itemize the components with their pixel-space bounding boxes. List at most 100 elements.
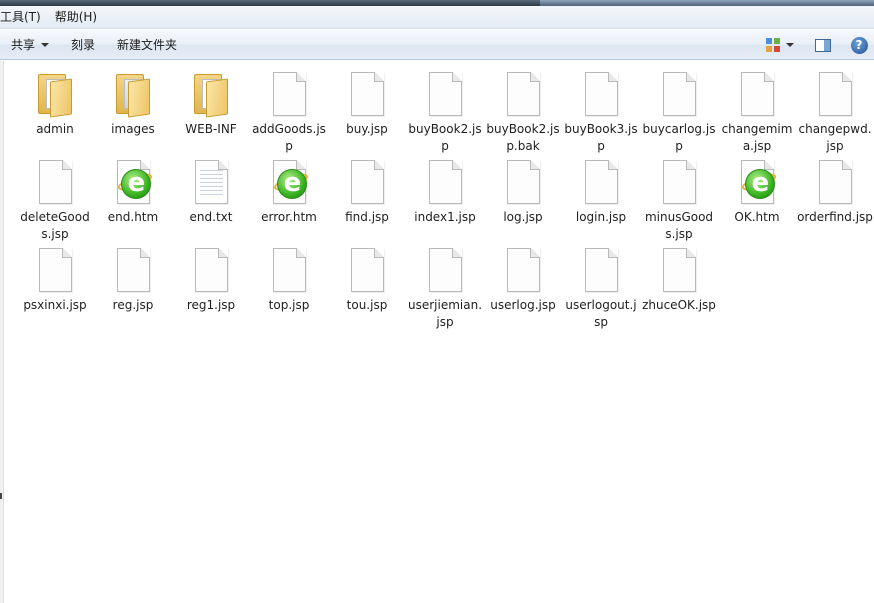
burn-button[interactable]: 刻录: [60, 33, 106, 57]
html-document-icon: [739, 160, 778, 204]
file-item[interactable]: userlog.jsp: [484, 244, 562, 332]
document-icon: [740, 72, 774, 116]
file-item[interactable]: deleteGoods.jsp: [16, 156, 94, 244]
file-icon-wrap: [265, 156, 313, 208]
file-item[interactable]: buy.jsp: [328, 68, 406, 156]
folder-item[interactable]: images: [94, 68, 172, 156]
file-item[interactable]: addGoods.jsp: [250, 68, 328, 156]
document-icon: [38, 160, 72, 204]
file-item[interactable]: buyBook2.jsp.bak: [484, 68, 562, 156]
file-item[interactable]: index1.jsp: [406, 156, 484, 244]
navigation-pane-edge[interactable]: [0, 61, 4, 603]
file-item[interactable]: buyBook2.jsp: [406, 68, 484, 156]
file-name-label: end.htm: [107, 210, 159, 224]
file-icon-wrap: [655, 156, 703, 208]
file-name-label: log.jsp: [503, 210, 543, 224]
file-item[interactable]: changepwd.jsp: [796, 68, 874, 156]
change-view-button[interactable]: [760, 33, 800, 57]
file-name-label: find.jsp: [345, 210, 389, 224]
file-item[interactable]: buyBook3.jsp: [562, 68, 640, 156]
file-icon-wrap: [31, 156, 79, 208]
file-name-label: index1.jsp: [414, 210, 476, 224]
file-item[interactable]: zhuceOK.jsp: [640, 244, 718, 332]
file-item[interactable]: end.htm: [94, 156, 172, 244]
file-item[interactable]: tou.jsp: [328, 244, 406, 332]
file-item[interactable]: end.txt: [172, 156, 250, 244]
file-item[interactable]: reg.jsp: [94, 244, 172, 332]
chevron-down-icon: [41, 42, 50, 47]
file-item[interactable]: psxinxi.jsp: [16, 244, 94, 332]
file-name-label: WEB-INF: [185, 122, 237, 136]
file-item[interactable]: error.htm: [250, 156, 328, 244]
file-item[interactable]: changemima.jsp: [718, 68, 796, 156]
folder-item[interactable]: WEB-INF: [172, 68, 250, 156]
file-name-label: buy.jsp: [346, 122, 388, 136]
file-name-label: buyBook2.jsp: [408, 122, 482, 153]
document-icon: [272, 72, 306, 116]
document-icon: [350, 160, 384, 204]
file-name-label: end.txt: [189, 210, 233, 224]
document-icon: [506, 72, 540, 116]
file-name-label: login.jsp: [575, 210, 627, 224]
document-icon: [662, 72, 696, 116]
file-item[interactable]: buycarlog.jsp: [640, 68, 718, 156]
file-name-label: buyBook3.jsp: [564, 122, 638, 153]
file-item[interactable]: find.jsp: [328, 156, 406, 244]
file-icon-wrap: [733, 68, 781, 120]
folder-item[interactable]: admin: [16, 68, 94, 156]
document-icon: [428, 248, 462, 292]
file-name-label: buyBook2.jsp.bak: [486, 122, 560, 153]
file-icon-wrap: [109, 68, 157, 120]
file-icon-wrap: [109, 244, 157, 296]
file-name-label: psxinxi.jsp: [23, 298, 87, 312]
file-grid: admin images WEB-INF addGoods.jsp buy.jsp buy…: [16, 68, 874, 332]
file-icon-wrap: [265, 244, 313, 296]
file-item[interactable]: OK.htm: [718, 156, 796, 244]
file-name-label: addGoods.jsp: [252, 122, 326, 153]
file-name-label: error.htm: [261, 210, 317, 224]
file-name-label: buycarlog.jsp: [642, 122, 716, 153]
file-icon-wrap: [811, 156, 859, 208]
file-item[interactable]: top.jsp: [250, 244, 328, 332]
document-icon: [428, 160, 462, 204]
file-icon-wrap: [421, 244, 469, 296]
file-icon-wrap: [343, 68, 391, 120]
file-name-label: tou.jsp: [346, 298, 388, 312]
file-item[interactable]: login.jsp: [562, 156, 640, 244]
file-icon-wrap: [265, 68, 313, 120]
file-item[interactable]: orderfind.jsp: [796, 156, 874, 244]
document-icon: [584, 160, 618, 204]
document-icon: [38, 248, 72, 292]
document-icon: [350, 72, 384, 116]
document-icon: [428, 72, 462, 116]
file-name-label: reg1.jsp: [186, 298, 236, 312]
new-folder-button[interactable]: 新建文件夹: [106, 33, 188, 57]
file-item[interactable]: userjiemian.jsp: [406, 244, 484, 332]
menu-help[interactable]: 帮助(H): [48, 6, 104, 29]
file-name-label: reg.jsp: [112, 298, 154, 312]
file-name-label: zhuceOK.jsp: [642, 298, 716, 312]
document-icon: [194, 248, 228, 292]
new-folder-button-label: 新建文件夹: [117, 37, 178, 52]
share-button[interactable]: 共享: [0, 33, 60, 57]
file-item[interactable]: userlogout.jsp: [562, 244, 640, 332]
file-item[interactable]: log.jsp: [484, 156, 562, 244]
file-item[interactable]: minusGoods.jsp: [640, 156, 718, 244]
file-name-label: changemima.jsp: [721, 122, 793, 153]
file-name-label: top.jsp: [268, 298, 310, 312]
chevron-down-icon: [786, 43, 794, 47]
document-icon: [818, 72, 852, 116]
preview-pane-icon: [815, 38, 831, 52]
file-name-label: admin: [36, 122, 74, 136]
file-icon-wrap: [499, 244, 547, 296]
text-document-icon: [194, 160, 228, 204]
menu-tools[interactable]: 工具(T): [0, 6, 48, 29]
file-item[interactable]: reg1.jsp: [172, 244, 250, 332]
file-name-label: OK.htm: [734, 210, 780, 224]
share-button-label: 共享: [11, 37, 36, 52]
file-name-label: changepwd.jsp: [798, 122, 872, 153]
help-button[interactable]: ?: [846, 33, 872, 57]
folder-icon: [192, 72, 230, 118]
preview-pane-button[interactable]: [810, 33, 836, 57]
file-icon-wrap: [655, 68, 703, 120]
